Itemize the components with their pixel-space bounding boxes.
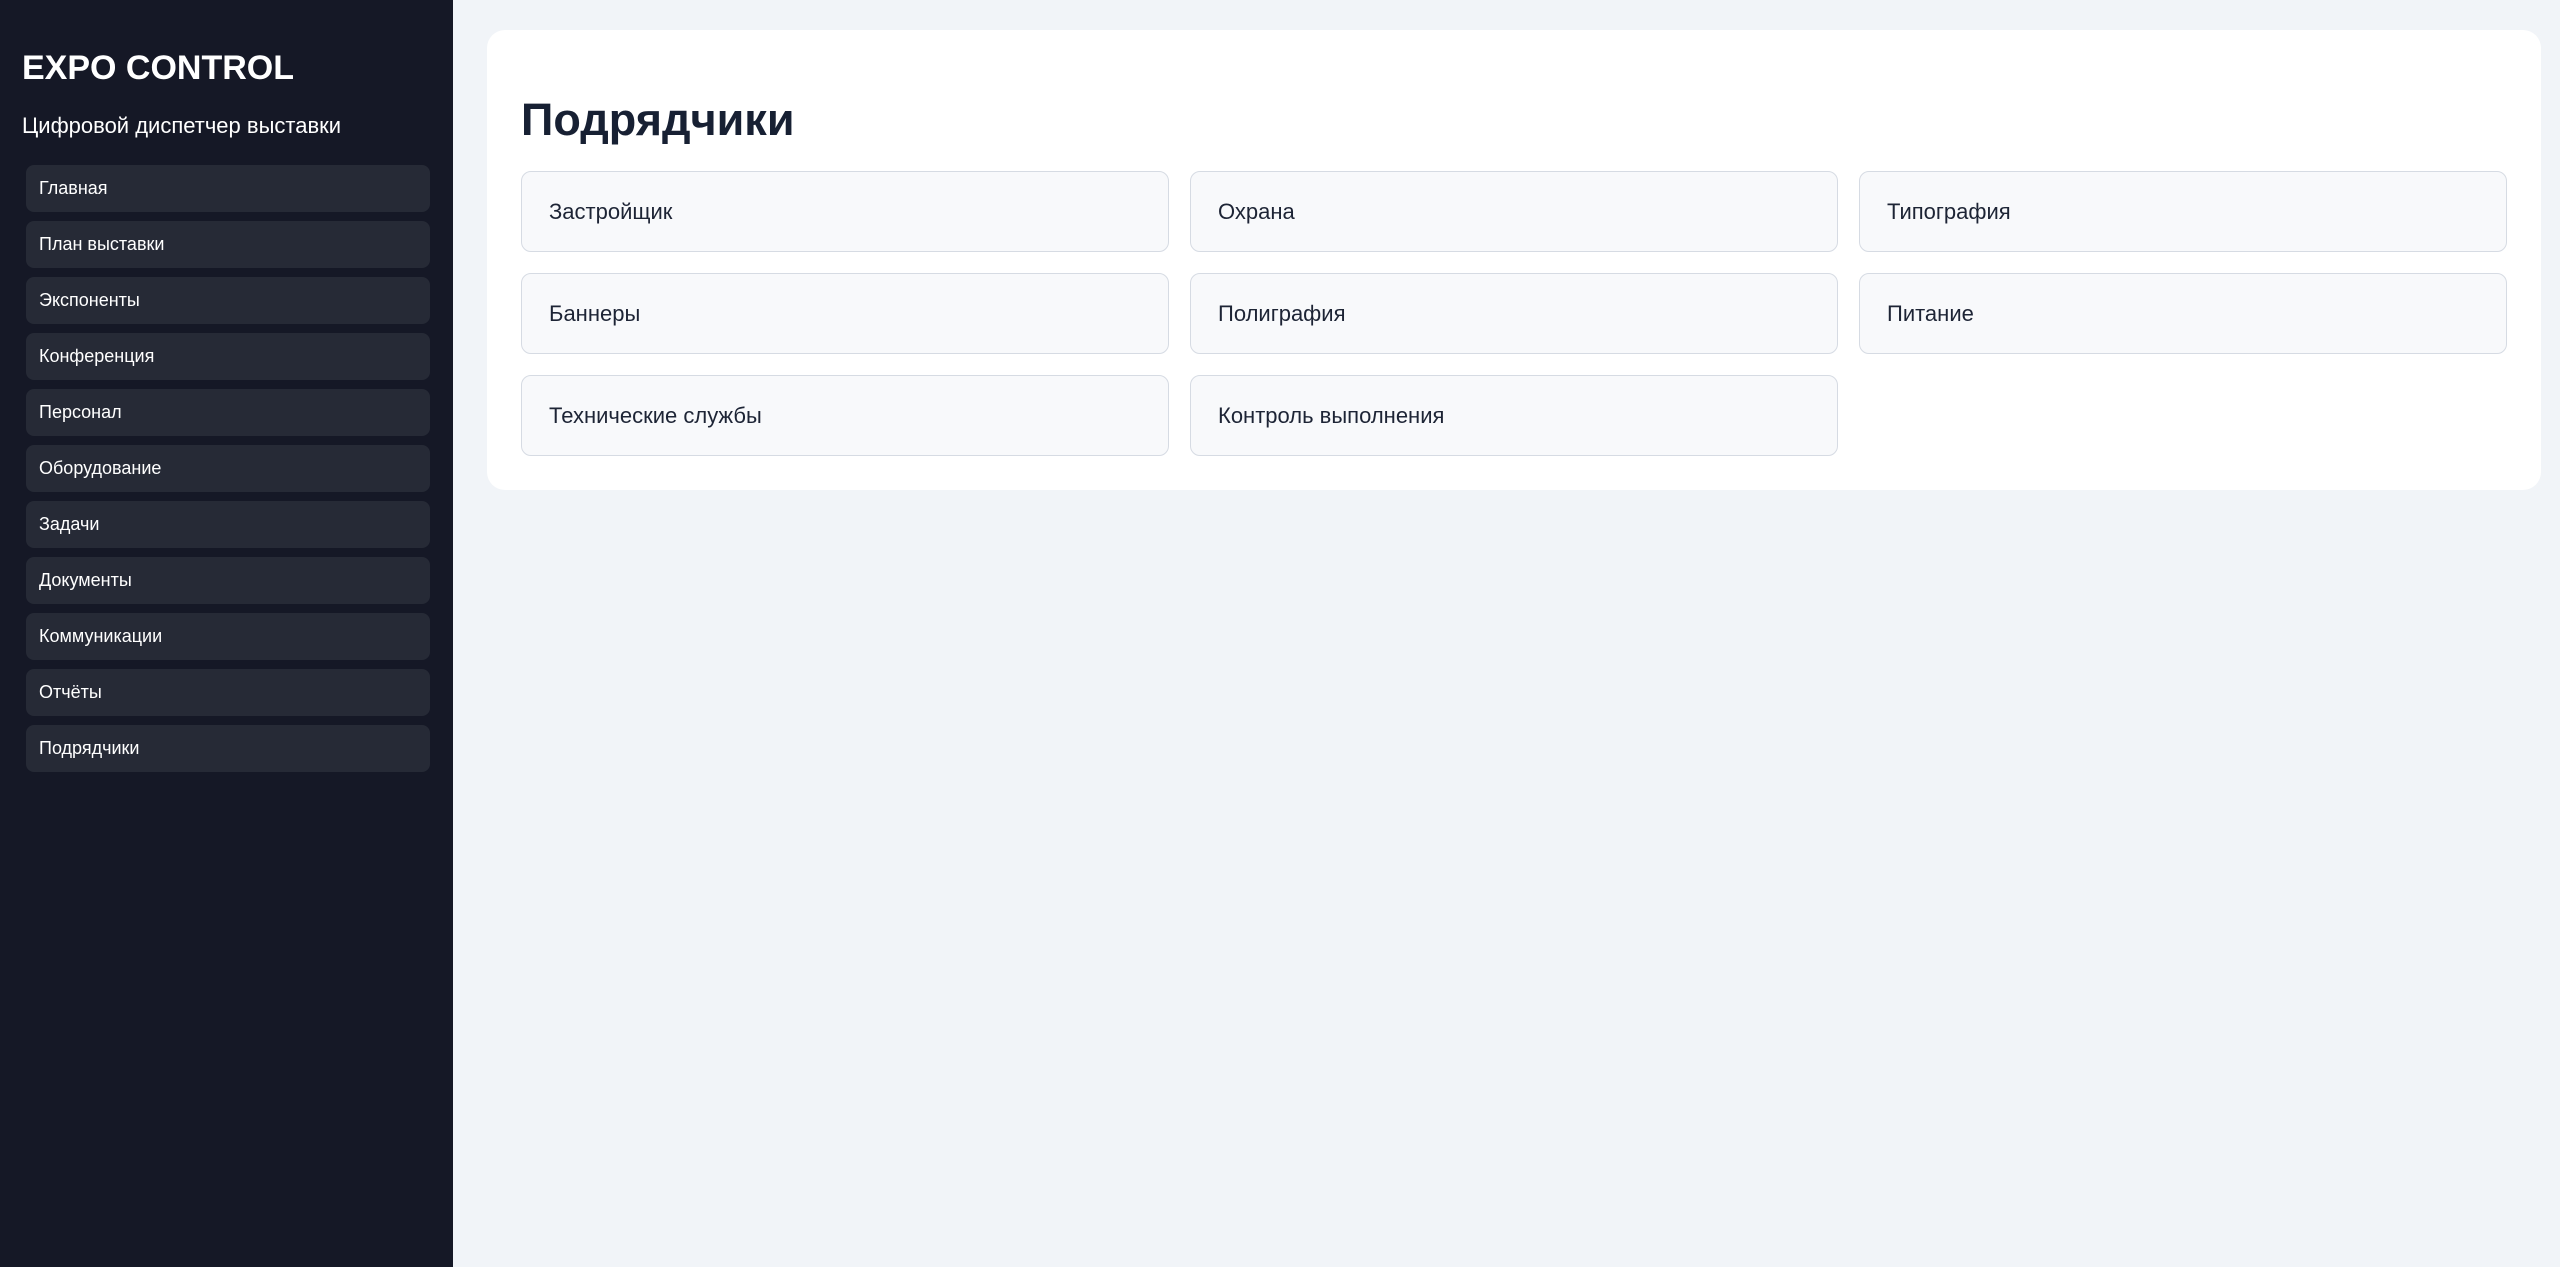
sidebar-item-contractors[interactable]: Подрядчики [26, 725, 430, 772]
application-shell: EXPO CONTROL Цифровой диспетчер выставки… [0, 0, 2560, 1267]
contractor-card-banners[interactable]: Баннеры [521, 273, 1169, 354]
contractor-card-catering[interactable]: Питание [1859, 273, 2507, 354]
page-title: Подрядчики [521, 94, 795, 145]
contractor-card-execution-control[interactable]: Контроль выполнения [1190, 375, 1838, 456]
contractors-panel: Подрядчики Застройщик Охрана Типография … [487, 30, 2541, 490]
sidebar-item-reports[interactable]: Отчёты [26, 669, 430, 716]
sidebar-item-exhibition-plan[interactable]: План выставки [26, 221, 430, 268]
sidebar-item-conference[interactable]: Конференция [26, 333, 430, 380]
sidebar: EXPO CONTROL Цифровой диспетчер выставки… [0, 0, 453, 1267]
contractor-card-builder[interactable]: Застройщик [521, 171, 1169, 252]
contractor-card-polygraphy[interactable]: Полиграфия [1190, 273, 1838, 354]
sidebar-item-staff[interactable]: Персонал [26, 389, 430, 436]
sidebar-item-communications[interactable]: Коммуникации [26, 613, 430, 660]
sidebar-item-tasks[interactable]: Задачи [26, 501, 430, 548]
sidebar-item-home[interactable]: Главная [26, 165, 430, 212]
contractor-card-printing-house[interactable]: Типография [1859, 171, 2507, 252]
sidebar-item-exhibitors[interactable]: Экспоненты [26, 277, 430, 324]
contractor-card-technical-services[interactable]: Технические службы [521, 375, 1169, 456]
sidebar-navigation: Главная План выставки Экспоненты Конфере… [26, 165, 430, 781]
contractor-grid: Застройщик Охрана Типография Баннеры Пол… [521, 171, 2507, 456]
sidebar-item-equipment[interactable]: Оборудование [26, 445, 430, 492]
contractor-card-security[interactable]: Охрана [1190, 171, 1838, 252]
app-subtitle: Цифровой диспетчер выставки [22, 113, 342, 138]
main-content: Подрядчики Застройщик Охрана Типография … [453, 0, 2560, 1267]
sidebar-item-documents[interactable]: Документы [26, 557, 430, 604]
app-title: EXPO CONTROL [22, 49, 295, 87]
